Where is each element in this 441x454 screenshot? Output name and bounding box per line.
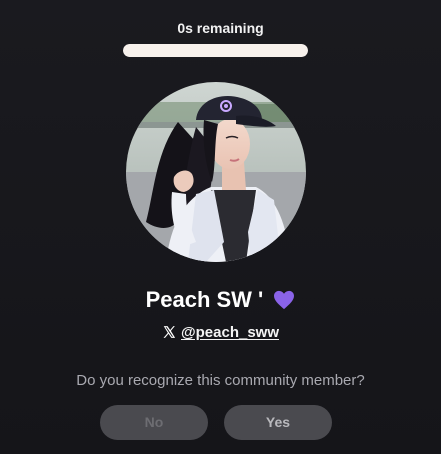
avatar-illustration: [126, 82, 306, 262]
profile-display-name: Peach SW ': [145, 287, 264, 312]
timer-label: 0s remaining: [177, 20, 264, 36]
recognition-question: Do you recognize this community member?: [76, 372, 365, 389]
profile-name-row: Peach SW ': [0, 287, 441, 316]
no-button[interactable]: No: [100, 405, 208, 440]
yes-button[interactable]: Yes: [224, 405, 332, 440]
profile-handle-row: @peach_sww: [0, 324, 441, 343]
recognition-card: 0s remaining Peach SW ' @peach_sww Do yo…: [0, 0, 441, 454]
avatar: [126, 82, 306, 262]
profile-handle-link[interactable]: @peach_sww: [181, 324, 279, 341]
timer-progress-fill: [123, 44, 308, 57]
purple-heart-icon: [273, 290, 295, 316]
timer-progress-bar: [123, 44, 308, 57]
x-logo-icon: [162, 325, 176, 343]
